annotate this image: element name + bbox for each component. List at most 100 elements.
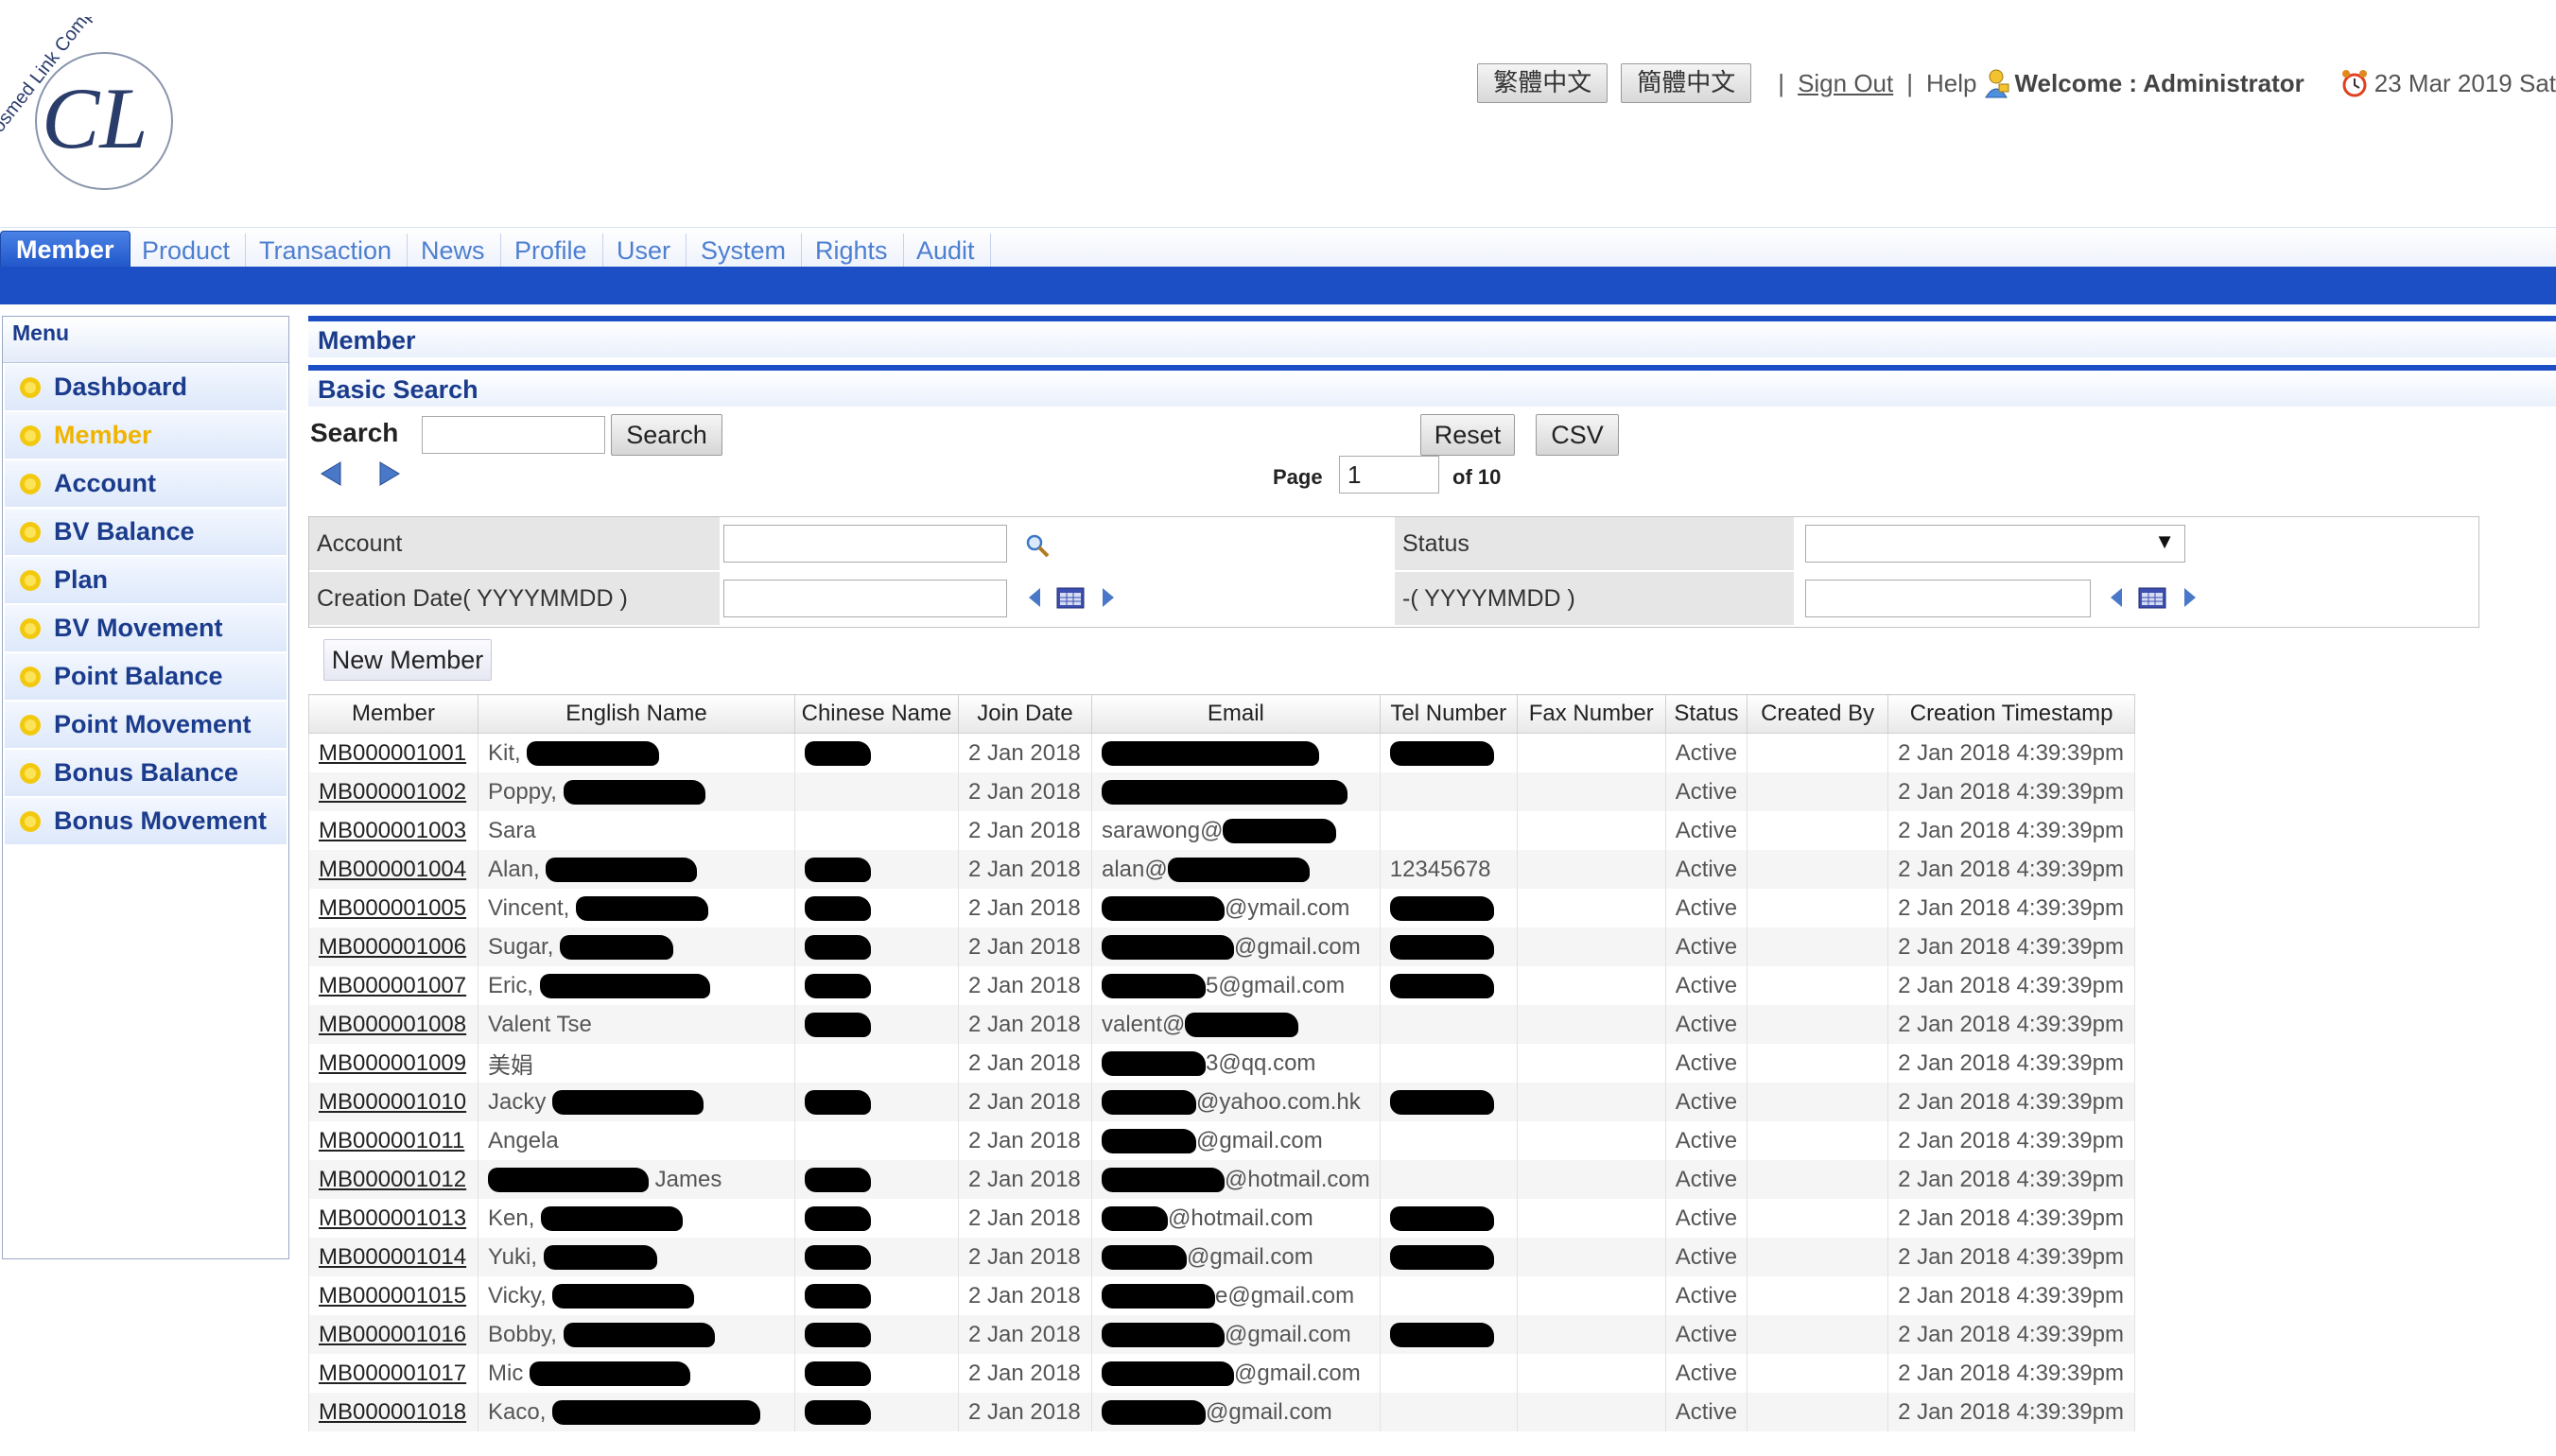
timestamp-text: 2 Jan 2018 4:39:39pm: [1898, 856, 2124, 882]
account-input[interactable]: [723, 525, 1007, 563]
column-header[interactable]: Status: [1664, 694, 1748, 734]
creation-date-to-input[interactable]: [1805, 580, 2091, 617]
simplified-chinese-button[interactable]: 簡體中文: [1621, 63, 1752, 103]
sidebar-item-dashboard[interactable]: Dashboard: [5, 364, 287, 411]
sidebar-item-bonus-balance[interactable]: Bonus Balance: [5, 750, 287, 797]
member-id-cell[interactable]: MB000001006: [308, 927, 478, 966]
member-link[interactable]: MB000001017: [319, 1361, 466, 1386]
email-cell: 3@qq.com: [1091, 1044, 1381, 1083]
column-header[interactable]: Join Date: [958, 694, 1092, 734]
column-header[interactable]: Chinese Name: [794, 694, 959, 734]
next-date-arrow-icon[interactable]: [2182, 585, 2199, 610]
member-id-cell[interactable]: MB000001013: [308, 1199, 478, 1238]
calendar-icon[interactable]: [1056, 586, 1085, 609]
member-id-cell[interactable]: MB000001012: [308, 1160, 478, 1199]
column-header[interactable]: English Name: [478, 694, 795, 734]
prev-date-arrow-icon[interactable]: [1026, 585, 1043, 610]
member-id-cell[interactable]: MB000001002: [308, 772, 478, 811]
tab-rights[interactable]: Rights: [800, 234, 904, 268]
tab-user[interactable]: User: [601, 234, 687, 268]
prev-date-arrow-icon[interactable]: [2108, 585, 2125, 610]
tab-profile[interactable]: Profile: [499, 234, 603, 268]
column-header[interactable]: Tel Number: [1379, 694, 1518, 734]
reset-button[interactable]: Reset: [1420, 414, 1515, 456]
member-link[interactable]: MB000001006: [319, 934, 466, 960]
status-cell: Active: [1664, 1160, 1748, 1199]
member-id-cell[interactable]: MB000001004: [308, 850, 478, 889]
member-link[interactable]: MB000001002: [319, 779, 466, 805]
column-header[interactable]: Email: [1091, 694, 1381, 734]
member-id-cell[interactable]: MB000001007: [308, 966, 478, 1005]
member-id-cell[interactable]: MB000001014: [308, 1238, 478, 1276]
join-date-cell: 2 Jan 2018: [958, 850, 1092, 889]
member-id-cell[interactable]: MB000001001: [308, 733, 478, 772]
column-header[interactable]: Member: [308, 694, 478, 734]
tab-system[interactable]: System: [686, 234, 803, 268]
member-link[interactable]: MB000001005: [319, 895, 466, 921]
sidebar-item-account[interactable]: Account: [5, 460, 287, 508]
member-id-cell[interactable]: MB000001010: [308, 1083, 478, 1121]
sidebar-item-bv-movement[interactable]: BV Movement: [5, 605, 287, 652]
sidebar-item-plan[interactable]: Plan: [5, 557, 287, 604]
search-button[interactable]: Search: [611, 414, 722, 456]
sidebar-item-bonus-movement[interactable]: Bonus Movement: [5, 798, 287, 845]
member-id-cell[interactable]: MB000001016: [308, 1315, 478, 1354]
tab-product[interactable]: Product: [127, 234, 247, 268]
member-link[interactable]: MB000001003: [319, 818, 466, 843]
member-link[interactable]: MB000001001: [319, 740, 466, 766]
member-link[interactable]: MB000001011: [319, 1128, 464, 1153]
member-id-cell[interactable]: MB000001005: [308, 889, 478, 927]
member-id-cell[interactable]: MB000001018: [308, 1393, 478, 1431]
column-header[interactable]: Creation Timestamp: [1887, 694, 2136, 734]
sign-out-link[interactable]: Sign Out: [1798, 69, 1893, 98]
traditional-chinese-button[interactable]: 繁體中文: [1477, 63, 1608, 103]
next-arrow-icon[interactable]: [374, 459, 403, 488]
member-id-cell[interactable]: MB000001015: [308, 1276, 478, 1315]
member-link[interactable]: MB000001018: [319, 1399, 466, 1425]
tab-news[interactable]: News: [406, 234, 501, 268]
next-date-arrow-icon[interactable]: [1100, 585, 1117, 610]
member-link[interactable]: MB000001008: [319, 1012, 466, 1037]
member-id-cell[interactable]: MB000001017: [308, 1354, 478, 1393]
page-number-input[interactable]: [1339, 456, 1439, 494]
member-id-cell[interactable]: MB000001011: [308, 1121, 478, 1160]
magnifier-icon[interactable]: [1024, 532, 1051, 559]
member-id-cell[interactable]: MB000001003: [308, 811, 478, 850]
member-link[interactable]: MB000001014: [319, 1244, 466, 1270]
join-date-text: 2 Jan 2018: [968, 894, 1081, 921]
member-id-cell[interactable]: MB000001008: [308, 1005, 478, 1044]
tab-member[interactable]: Member: [0, 231, 130, 269]
member-link[interactable]: MB000001012: [319, 1167, 466, 1192]
join-date-cell: 2 Jan 2018: [958, 1160, 1092, 1199]
member-link[interactable]: MB000001009: [319, 1050, 466, 1076]
status-cell: Active: [1664, 927, 1748, 966]
new-member-button[interactable]: New Member: [323, 639, 492, 681]
timestamp-text: 2 Jan 2018 4:39:39pm: [1898, 739, 2124, 766]
status-select[interactable]: ▼: [1805, 525, 2185, 563]
csv-button[interactable]: CSV: [1536, 414, 1619, 456]
member-link[interactable]: MB000001013: [319, 1205, 466, 1231]
sidebar-item-member[interactable]: Member: [5, 412, 287, 459]
member-link[interactable]: MB000001010: [319, 1089, 466, 1115]
search-input[interactable]: [422, 416, 605, 454]
status-label: Status: [1395, 517, 1794, 570]
column-header[interactable]: Created By: [1747, 694, 1889, 734]
member-id-cell[interactable]: MB000001009: [308, 1044, 478, 1083]
english-name-text: 美娟: [488, 1053, 533, 1079]
member-link[interactable]: MB000001016: [319, 1322, 466, 1347]
redacted-block: [1102, 1168, 1225, 1193]
tab-audit[interactable]: Audit: [901, 234, 991, 268]
column-header[interactable]: Fax Number: [1516, 694, 1666, 734]
tab-transaction[interactable]: Transaction: [244, 234, 409, 268]
redacted-block: [1389, 1206, 1494, 1232]
sidebar-item-bv-balance[interactable]: BV Balance: [5, 509, 287, 556]
member-link[interactable]: MB000001004: [319, 857, 466, 882]
member-link[interactable]: MB000001007: [319, 973, 466, 998]
calendar-icon[interactable]: [2138, 586, 2166, 609]
creation-date-from-input[interactable]: [723, 580, 1007, 617]
help-link[interactable]: Help: [1926, 69, 1976, 98]
sidebar-item-point-balance[interactable]: Point Balance: [5, 653, 287, 701]
sidebar-item-point-movement[interactable]: Point Movement: [5, 702, 287, 749]
prev-arrow-icon[interactable]: [318, 459, 346, 488]
member-link[interactable]: MB000001015: [319, 1283, 466, 1309]
